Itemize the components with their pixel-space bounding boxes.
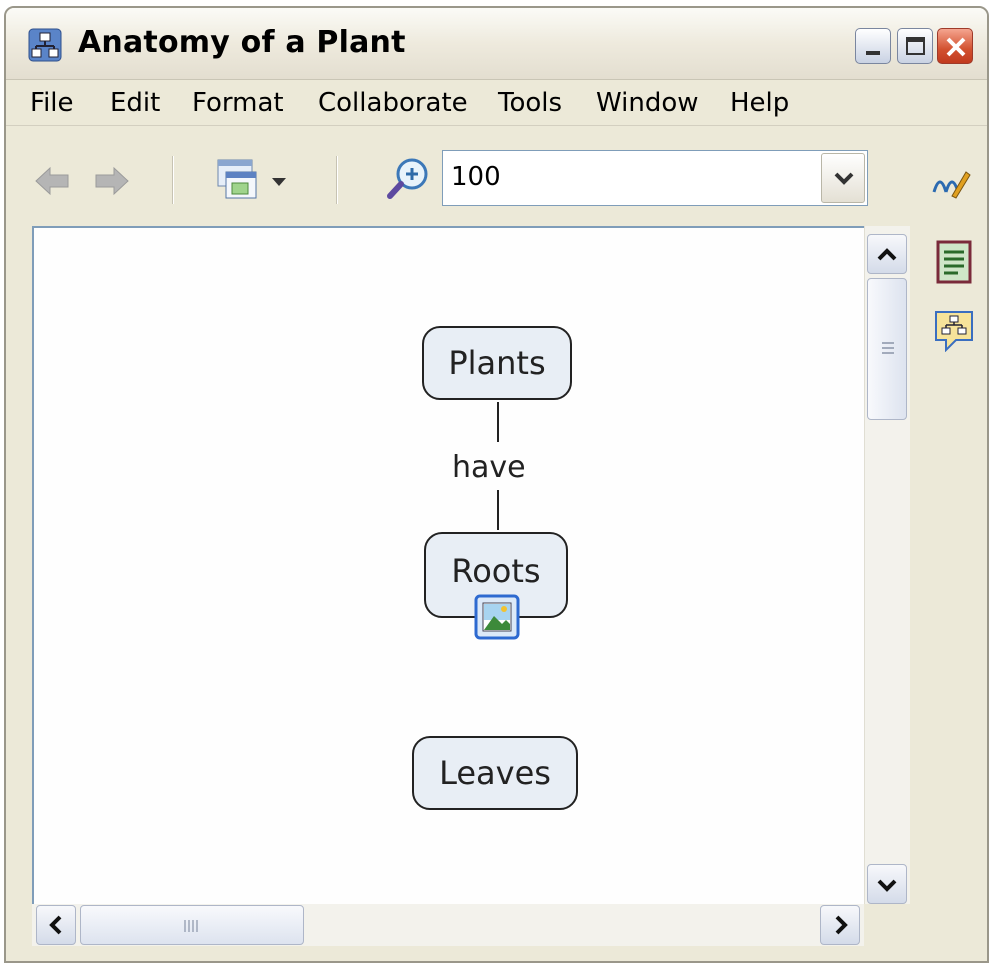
close-icon <box>946 37 966 57</box>
connection-line <box>497 490 499 530</box>
scroll-right-button[interactable] <box>820 905 860 945</box>
horizontal-scrollbar[interactable] <box>32 904 864 946</box>
scrollbar-corner <box>864 904 910 946</box>
styles-icon[interactable] <box>930 166 974 200</box>
scroll-left-button[interactable] <box>36 905 76 945</box>
chevron-left-icon <box>49 915 62 935</box>
concept-node-leaves[interactable]: Leaves <box>412 736 578 810</box>
zoom-value[interactable]: 100 <box>451 162 501 192</box>
chevron-up-icon <box>877 248 897 261</box>
window-title: Anatomy of a Plant <box>78 25 406 60</box>
menu-file[interactable]: File <box>30 88 74 118</box>
chevron-down-icon <box>877 879 897 892</box>
minimize-button[interactable] <box>855 28 891 64</box>
scroll-down-button[interactable] <box>867 864 907 904</box>
maximize-icon <box>906 37 925 55</box>
toolbar-separator <box>336 156 338 204</box>
app-icon <box>28 28 62 62</box>
grip-icon <box>184 920 198 932</box>
close-button[interactable] <box>937 28 973 64</box>
scroll-up-button[interactable] <box>867 234 907 274</box>
application-window: Anatomy of a Plant File Edit Format Coll… <box>4 6 989 963</box>
menu-collaborate[interactable]: Collaborate <box>318 88 468 118</box>
menu-window[interactable]: Window <box>596 88 699 118</box>
horizontal-scroll-thumb[interactable] <box>80 905 304 945</box>
connection-line <box>497 402 499 442</box>
chevron-down-icon <box>834 172 854 185</box>
menu-tools[interactable]: Tools <box>498 88 562 118</box>
menu-format[interactable]: Format <box>192 88 284 118</box>
back-arrow-icon[interactable] <box>32 164 72 198</box>
concept-map-canvas[interactable]: Plants have Roots Leaves <box>32 226 864 904</box>
image-resource-icon[interactable] <box>474 594 520 640</box>
notes-icon[interactable] <box>934 240 974 286</box>
linking-phrase-have[interactable]: have <box>452 450 526 485</box>
concept-node-plants[interactable]: Plants <box>422 326 572 400</box>
minimize-icon <box>866 51 880 55</box>
menu-help[interactable]: Help <box>730 88 789 118</box>
menu-bar: File Edit Format Collaborate Tools Windo… <box>6 80 987 126</box>
toolbar-separator <box>172 156 174 204</box>
menu-edit[interactable]: Edit <box>110 88 160 118</box>
chevron-right-icon <box>835 915 848 935</box>
concept-node-label: Roots <box>451 552 541 590</box>
zoom-icon[interactable] <box>386 156 434 204</box>
grip-icon <box>882 342 894 354</box>
view-options-icon[interactable] <box>216 158 296 206</box>
zoom-combobox[interactable]: 100 <box>442 150 868 206</box>
title-bar[interactable]: Anatomy of a Plant <box>6 8 987 80</box>
zoom-dropdown-button[interactable] <box>821 153 865 203</box>
vertical-scrollbar[interactable] <box>864 226 910 904</box>
vertical-scroll-thumb[interactable] <box>867 278 907 420</box>
maximize-button[interactable] <box>897 28 933 64</box>
forward-arrow-icon[interactable] <box>92 164 132 198</box>
concept-map-comment-icon[interactable] <box>932 308 976 352</box>
